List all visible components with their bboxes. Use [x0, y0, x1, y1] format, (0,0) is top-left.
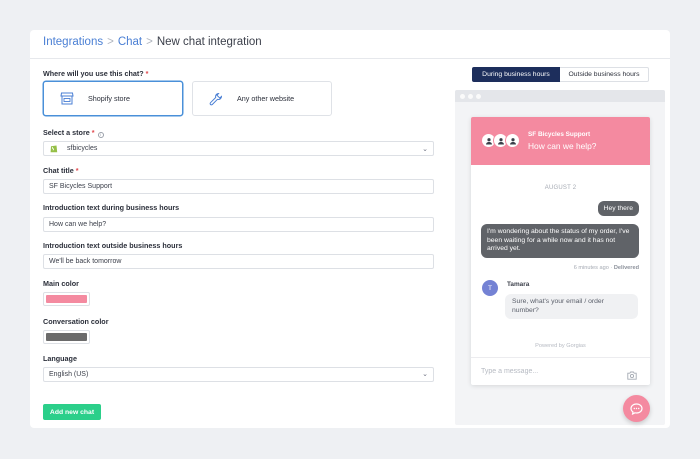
store-select[interactable]: sfbicycles ⌄: [43, 141, 434, 156]
language-select[interactable]: English (US) ⌄: [43, 367, 434, 382]
customer-message: I'm wondering about the status of my ord…: [481, 224, 639, 258]
powered-by: Powered by Gorgias: [535, 343, 586, 349]
chat-launcher-button[interactable]: [623, 395, 650, 422]
avatar: T: [482, 280, 498, 296]
store-label: Select a store * i: [43, 128, 104, 138]
usage-label: Where will you use this chat? *: [43, 69, 149, 78]
wrench-icon: [207, 90, 225, 108]
breadcrumb-chat-link[interactable]: Chat: [118, 36, 142, 48]
browser-dot: [460, 93, 465, 99]
store-select-value: sfbicycles: [67, 145, 98, 152]
browser-bar: [455, 90, 665, 102]
main-color-swatch: [46, 295, 87, 303]
main-color-picker[interactable]: [43, 292, 90, 306]
date-separator: AUGUST 2: [544, 185, 577, 191]
option-shopify-store[interactable]: Shopify store: [43, 81, 183, 116]
chat-bubble-icon: [630, 402, 643, 415]
breadcrumb: Integrations > Chat > New chat integration: [43, 36, 262, 48]
breadcrumb-integrations-link[interactable]: Integrations: [43, 36, 103, 48]
tab-during-business-hours[interactable]: During business hours: [472, 67, 560, 82]
chat-header: SF Bicycles Support How can we help?: [471, 117, 650, 165]
info-icon[interactable]: i: [97, 131, 104, 138]
store-icon: [58, 90, 76, 108]
tab-outside-business-hours[interactable]: Outside business hours: [560, 67, 649, 82]
camera-icon[interactable]: [627, 367, 637, 380]
add-new-chat-button[interactable]: Add new chat: [43, 404, 101, 420]
language-select-value: English (US): [49, 371, 89, 378]
language-label: Language: [43, 354, 77, 363]
breadcrumb-separator: >: [146, 36, 153, 48]
chat-title-input[interactable]: SF Bicycles Support: [43, 179, 434, 194]
conversation-color-label: Conversation color: [43, 317, 109, 326]
breadcrumb-separator: >: [107, 36, 114, 48]
chat-title-label: Chat title *: [43, 166, 79, 175]
intro-business-input[interactable]: How can we help?: [43, 217, 434, 232]
intro-outside-input[interactable]: We'll be back tomorrow: [43, 254, 434, 269]
intro-business-label: Introduction text during business hours: [43, 203, 180, 212]
conversation-color-swatch: [46, 333, 87, 341]
option-label: Any other website: [237, 94, 295, 103]
intro-outside-label: Introduction text outside business hours: [43, 241, 183, 250]
chat-name: SF Bicycles Support: [528, 131, 591, 138]
main-color-label: Main color: [43, 279, 79, 288]
option-any-other-website[interactable]: Any other website: [192, 81, 332, 116]
chat-widget-preview: SF Bicycles Support How can we help? AUG…: [471, 117, 650, 385]
option-label: Shopify store: [88, 94, 130, 103]
shopify-icon: [50, 144, 58, 153]
chat-subtitle: How can we help?: [528, 141, 597, 151]
preview-tabs: During business hours Outside business h…: [472, 67, 649, 82]
page-title: New chat integration: [156, 36, 262, 48]
divider: [471, 357, 650, 358]
header-divider: [30, 58, 670, 59]
avatar: [505, 133, 520, 148]
agent-avatars: [481, 133, 521, 149]
browser-dot: [468, 93, 473, 99]
chevron-down-icon: ⌄: [422, 371, 428, 378]
conversation-color-picker[interactable]: [43, 330, 90, 344]
message-meta: 6 minutes ago · Delivered: [573, 265, 639, 271]
browser-dot: [476, 93, 481, 99]
chevron-down-icon: ⌄: [422, 146, 428, 153]
message-input[interactable]: Type a message...: [481, 368, 538, 375]
agent-name: Tamara: [507, 281, 530, 288]
customer-message: Hey there: [597, 201, 639, 216]
agent-message: Sure, what's your email / order number?: [505, 294, 638, 320]
